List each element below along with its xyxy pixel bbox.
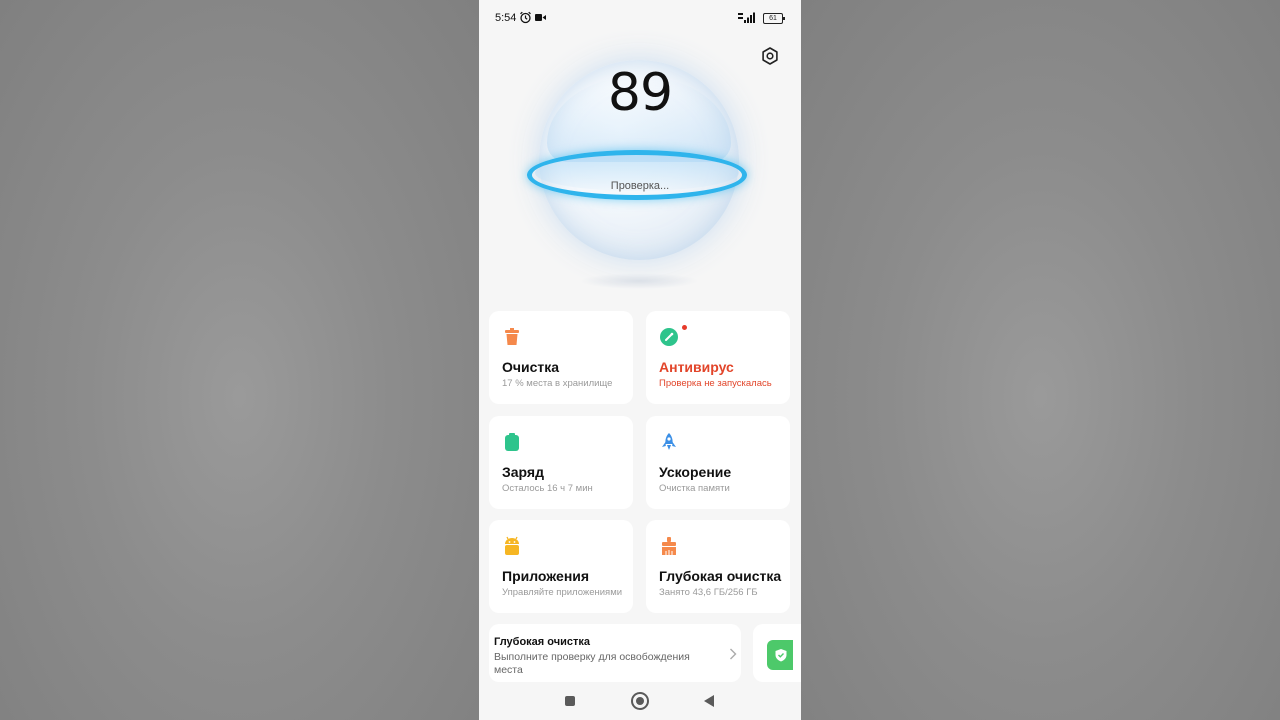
- status-bar: 5:54 61: [479, 0, 801, 36]
- background-left: [0, 0, 479, 720]
- rocket-icon: [662, 433, 676, 450]
- shield-icon: [775, 649, 787, 662]
- card-apps[interactable]: Приложения Управляйте приложениями: [489, 520, 633, 613]
- notification-dot: [682, 325, 687, 330]
- video-icon: [535, 14, 546, 21]
- navigation-bar: [479, 682, 801, 720]
- card-subtitle: Проверка не запускалась: [659, 378, 772, 389]
- status-time: 5:54: [495, 12, 517, 24]
- card-boost[interactable]: Ускорение Очистка памяти: [646, 416, 790, 509]
- security-banner-peek[interactable]: [753, 624, 801, 682]
- deep-clean-banner[interactable]: Глубокая очистка Выполните проверку для …: [489, 624, 741, 682]
- chevron-right-icon: [730, 648, 737, 660]
- card-title: Заряд: [502, 464, 544, 480]
- shield-check-icon: [660, 328, 678, 346]
- scan-status: Проверка...: [610, 180, 670, 192]
- shield-tile: [767, 640, 793, 670]
- brush-icon: [662, 537, 676, 555]
- card-subtitle: Управляйте приложениями: [502, 587, 623, 598]
- battery-icon: 61: [763, 13, 785, 24]
- banner-title: Глубокая очистка: [494, 636, 590, 648]
- home-button[interactable]: [631, 692, 649, 710]
- card-antivirus[interactable]: Антивирус Проверка не запускалась: [646, 311, 790, 404]
- card-title: Антивирус: [659, 359, 734, 375]
- orb-ring: [527, 150, 747, 200]
- security-score: 89: [607, 63, 673, 123]
- card-title: Ускорение: [659, 464, 732, 480]
- recents-button[interactable]: [565, 696, 575, 706]
- trash-icon: [505, 328, 519, 345]
- card-deep-clean[interactable]: Глубокая очистка Занято 43,6 ГБ/256 ГБ: [646, 520, 790, 613]
- phone-screen: 5:54 61 89 Проверка... Очистка 17 % мест…: [479, 0, 801, 720]
- battery-icon: [505, 433, 519, 451]
- card-subtitle: 17 % места в хранилище: [502, 378, 613, 389]
- android-icon: [505, 536, 519, 555]
- banner-subtitle: Выполните проверку для освобождения мест…: [494, 651, 690, 676]
- signal-icon: [738, 12, 755, 23]
- card-subtitle: Осталось 16 ч 7 мин: [502, 483, 593, 494]
- orb-shadow: [579, 273, 699, 289]
- card-subtitle: Занято 43,6 ГБ/256 ГБ: [659, 587, 758, 598]
- card-title: Приложения: [502, 568, 590, 584]
- card-cleanup[interactable]: Очистка 17 % места в хранилище: [489, 311, 633, 404]
- card-title: Глубокая очистка: [659, 568, 782, 584]
- card-title: Очистка: [502, 359, 560, 375]
- card-subtitle: Очистка памяти: [659, 483, 730, 494]
- alarm-icon: [520, 11, 531, 24]
- back-button[interactable]: [703, 694, 715, 708]
- card-battery[interactable]: Заряд Осталось 16 ч 7 мин: [489, 416, 633, 509]
- background-right: [801, 0, 1280, 720]
